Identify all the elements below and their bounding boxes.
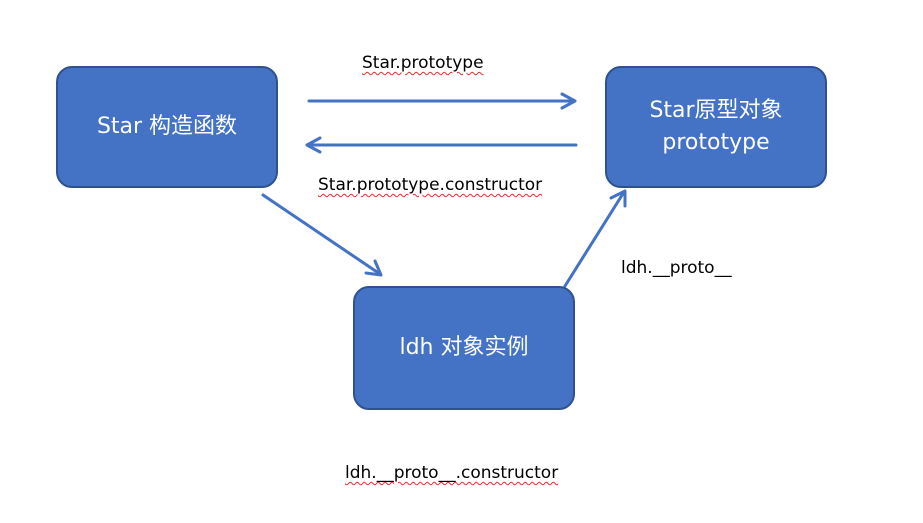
ldh-instance-node: ldh 对象实例 [353, 286, 575, 410]
star-constructor-node: Star 构造函数 [56, 66, 278, 188]
edge-label-ldh-proto: ldh.__proto__ [621, 258, 732, 278]
ldh-instance-label: ldh 对象实例 [399, 335, 529, 360]
star-prototype-label-line1: Star原型对象 [649, 98, 783, 123]
footer-label-ldh-proto-constructor: ldh.__proto__.constructor [345, 463, 559, 483]
arrow-instance-to-prototype [563, 189, 627, 288]
edge-label-star-prototype-constructor: Star.prototype.constructor [318, 175, 543, 195]
arrow-constructor-to-instance [261, 193, 383, 277]
arrow-prototype-to-constructor [305, 136, 578, 154]
star-constructor-label: Star 构造函数 [96, 114, 238, 139]
arrow-constructor-to-prototype [307, 92, 577, 110]
star-prototype-node: Star原型对象 prototype [605, 66, 827, 188]
prototype-chain-diagram: Star 构造函数 Star原型对象 prototype ldh 对象实例 St… [0, 0, 923, 523]
edge-label-star-prototype: Star.prototype [362, 53, 484, 73]
star-prototype-label-line2: prototype [662, 130, 770, 155]
